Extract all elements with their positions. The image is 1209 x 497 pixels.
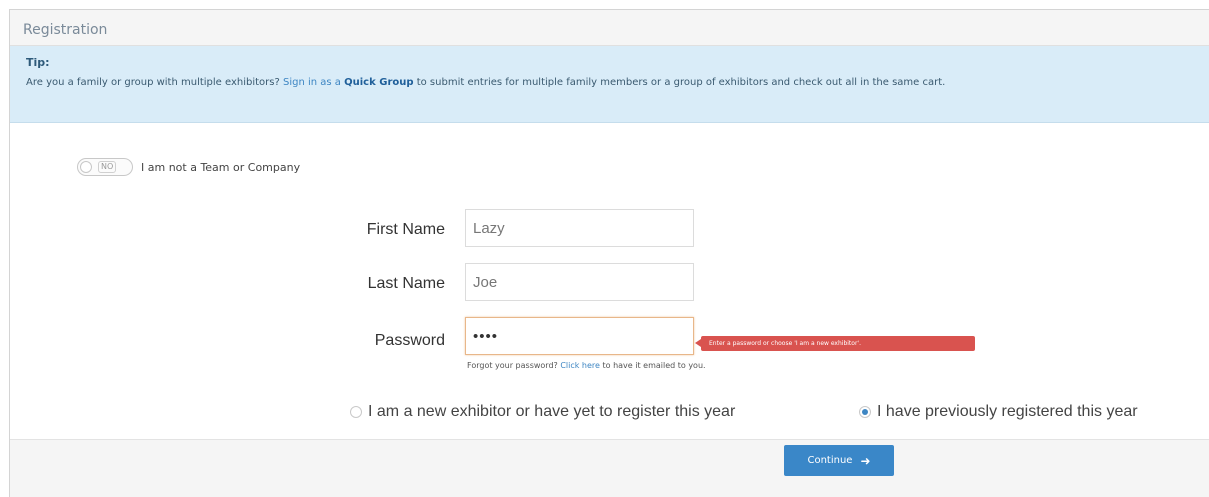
radio-previously-registered-label: I have previously registered this year [877, 403, 1138, 420]
tip-title: Tip: [26, 56, 50, 69]
radio-new-exhibitor[interactable]: I am a new exhibitor or have yet to regi… [350, 403, 735, 421]
tip-text: Are you a family or group with multiple … [26, 77, 1209, 88]
team-toggle[interactable]: NO [77, 158, 133, 176]
forgot-password-link[interactable]: Click here [560, 361, 600, 370]
forgot-text-after: to have it emailed to you. [599, 361, 706, 370]
last-name-field[interactable] [465, 263, 694, 301]
radio-new-exhibitor-label: I am a new exhibitor or have yet to regi… [368, 403, 736, 420]
sign-in-link[interactable]: Sign in as a [283, 77, 341, 88]
first-name-field[interactable] [465, 209, 694, 247]
forgot-password-text: Forgot your password? Click here to have… [467, 361, 706, 370]
toggle-state: NO [98, 161, 117, 173]
password-error-tooltip: Enter a password or choose 'I am a new e… [695, 336, 975, 351]
team-toggle-row: NO I am not a Team or Company [77, 158, 300, 176]
panel-title: Registration [23, 22, 108, 38]
password-label: Password [374, 332, 445, 349]
password-field[interactable] [465, 317, 694, 355]
arrow-right-icon: ➜ [860, 453, 871, 468]
panel-footer: Continue ➜ [10, 439, 1209, 497]
continue-label: Continue [807, 455, 853, 466]
first-name-label: First Name [366, 221, 445, 238]
quick-group-link[interactable]: Quick Group [344, 77, 413, 88]
radio-previously-registered-circle[interactable] [859, 406, 871, 418]
tip-text-before: Are you a family or group with multiple … [26, 77, 283, 88]
continue-button[interactable]: Continue ➜ [784, 445, 894, 476]
radio-previously-registered[interactable]: I have previously registered this year [859, 403, 1138, 421]
team-toggle-label: I am not a Team or Company [141, 160, 301, 174]
tip-alert: Tip: Are you a family or group with mult… [10, 46, 1209, 123]
last-name-label: Last Name [367, 275, 445, 292]
panel-heading: Registration [10, 10, 1209, 46]
registration-panel: Registration Tip: Are you a family or gr… [9, 9, 1209, 497]
forgot-text-before: Forgot your password? [467, 361, 561, 370]
tip-text-after: to submit entries for multiple family me… [413, 77, 946, 88]
toggle-knob [80, 161, 92, 173]
radio-new-exhibitor-circle[interactable] [350, 406, 362, 418]
